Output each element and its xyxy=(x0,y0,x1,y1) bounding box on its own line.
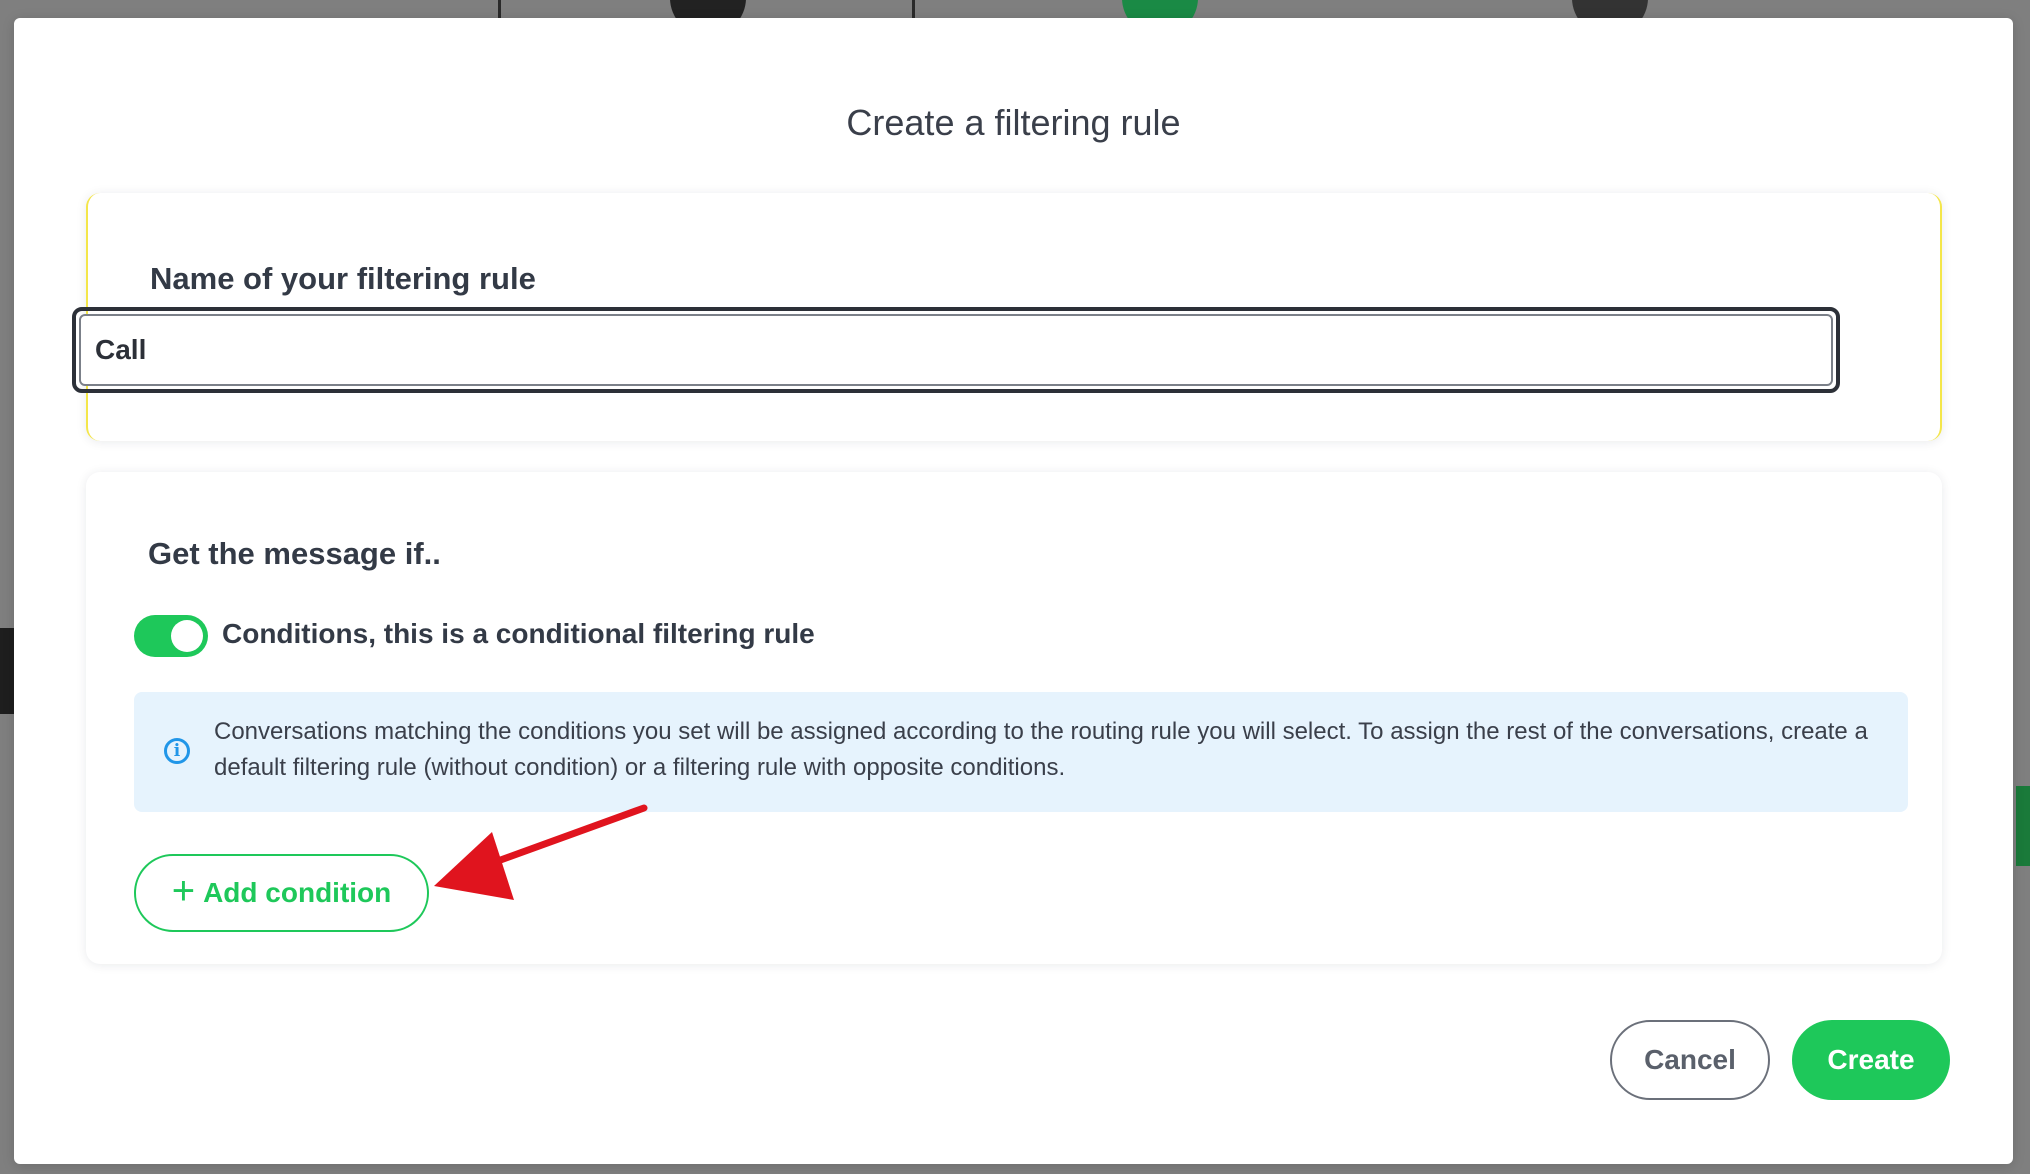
rule-name-label: Name of your filtering rule xyxy=(150,261,536,296)
create-button[interactable]: Create xyxy=(1792,1020,1950,1100)
red-arrow-annotation xyxy=(434,804,648,900)
background-tab xyxy=(0,628,14,714)
info-icon: i xyxy=(164,738,190,764)
conditions-toggle[interactable] xyxy=(134,615,208,657)
create-filtering-rule-modal: Create a filtering rule Name of your fil… xyxy=(14,18,2013,1164)
conditions-toggle-label: Conditions, this is a conditional filter… xyxy=(222,618,815,649)
background-divider xyxy=(498,0,501,20)
toggle-knob xyxy=(171,620,203,652)
cancel-button[interactable]: Cancel xyxy=(1610,1020,1770,1100)
background-divider xyxy=(912,0,915,20)
modal-title: Create a filtering rule xyxy=(846,102,1181,143)
conditions-label: Get the message if.. xyxy=(148,536,441,571)
info-banner: i Conversations matching the conditions … xyxy=(134,692,1908,812)
background-tab xyxy=(2016,786,2030,866)
info-text: Conversations matching the conditions yo… xyxy=(214,718,1868,781)
add-condition-label: Add condition xyxy=(203,877,392,908)
rule-name-input-focus-ring xyxy=(72,307,1840,393)
rule-name-input[interactable] xyxy=(79,314,1833,386)
plus-icon: + xyxy=(171,869,196,913)
add-condition-button[interactable]: + Add condition xyxy=(134,854,429,932)
